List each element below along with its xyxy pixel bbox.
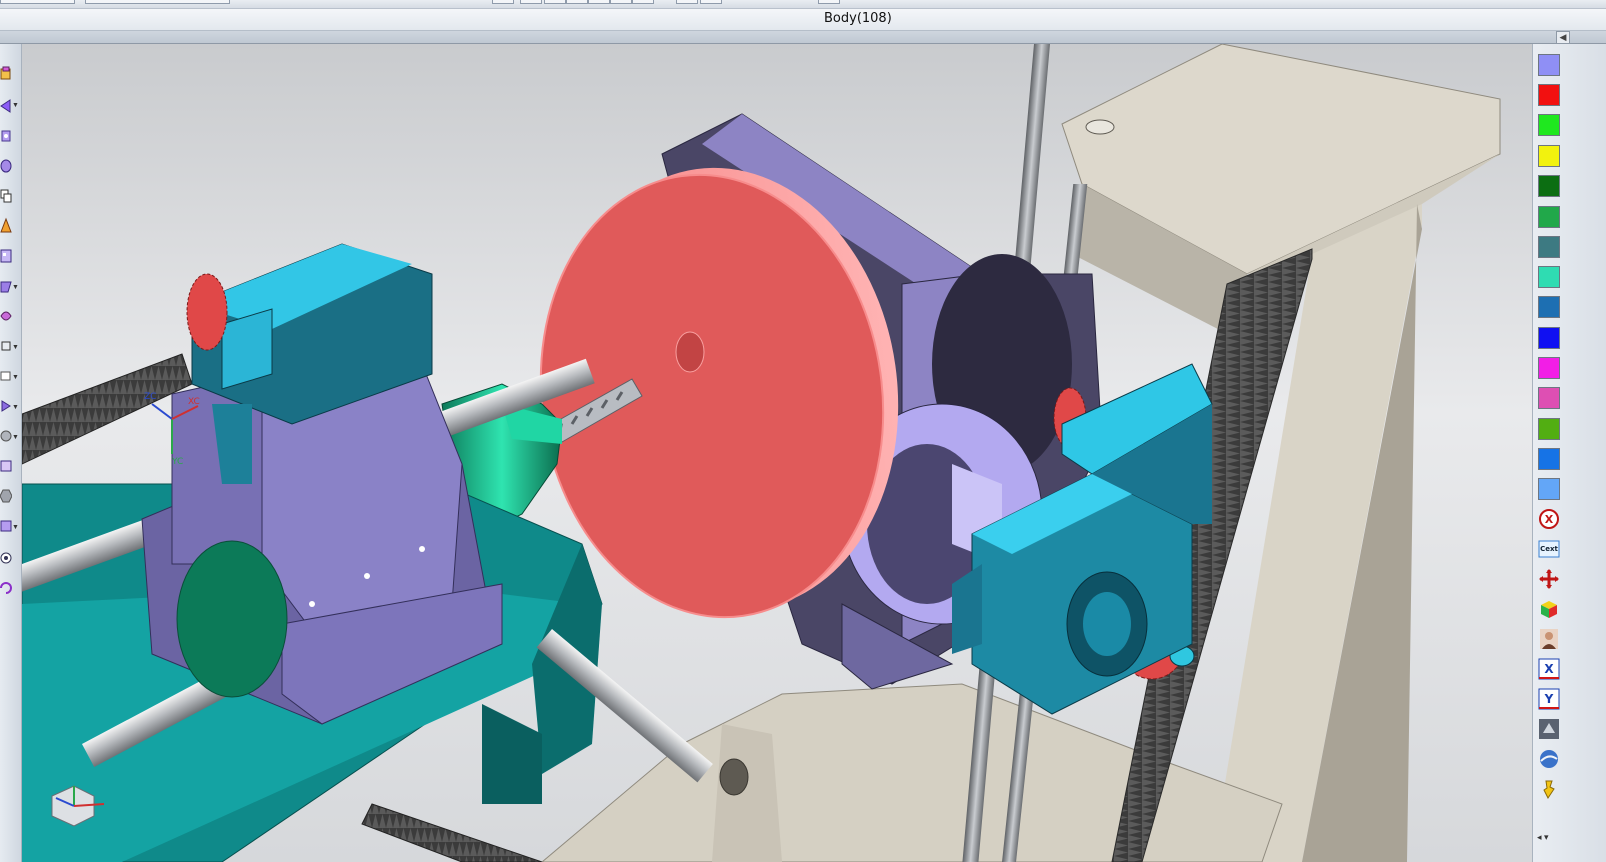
svg-text:Y: Y <box>1544 692 1554 706</box>
sphere-icon[interactable] <box>1537 747 1561 771</box>
toolbar-dropdown[interactable] <box>0 0 75 4</box>
y-axis-icon[interactable]: Y <box>1537 687 1561 711</box>
document-title: Body(108) <box>824 11 892 26</box>
close-circle-icon[interactable]: X <box>1537 507 1561 531</box>
bottom-gear-rack[interactable] <box>361 803 543 862</box>
toolbar-button[interactable] <box>492 0 514 4</box>
chevron-down-icon[interactable]: ▼ <box>12 374 20 382</box>
feature-tool-icon[interactable] <box>0 64 12 84</box>
color-palette-panel: X Cext X Y ◂ ▾ <box>1532 44 1606 862</box>
yellow-tool-icon[interactable] <box>1537 777 1561 801</box>
xc-axis-label: XC <box>188 397 200 407</box>
cad-application-window: Body(108) ◀ ▼ ▼ ▼ ▼ ▼ ▼ ▼ ZC XC YC X Cex… <box>0 0 1606 862</box>
red-pinion-gear[interactable] <box>186 273 228 351</box>
left-vertical-toolbar: ▼ ▼ ▼ ▼ ▼ ▼ ▼ <box>0 44 22 862</box>
color-swatch-green[interactable] <box>1538 114 1560 136</box>
color-swatch-medium-green[interactable] <box>1538 206 1560 228</box>
svg-text:X: X <box>1544 662 1554 676</box>
copy-tool-icon[interactable] <box>0 186 12 206</box>
settings-tool-icon[interactable] <box>0 548 12 568</box>
toolbar-combobox[interactable] <box>85 0 230 4</box>
view-3d-icon[interactable] <box>1537 717 1561 741</box>
chevron-down-icon[interactable]: ▼ <box>12 284 20 292</box>
draft-tool-icon[interactable] <box>0 216 12 236</box>
chevron-down-icon[interactable]: ▼ <box>12 404 20 412</box>
extrude-tool-icon[interactable] <box>0 126 12 146</box>
cext-icon[interactable]: Cext <box>1537 537 1561 561</box>
blend-tool-icon[interactable] <box>0 306 12 326</box>
palette-scroll-arrows[interactable]: ◂ ▾ <box>1537 832 1549 843</box>
color-swatch-red[interactable] <box>1538 84 1560 106</box>
color-swatch-aquamarine[interactable] <box>1538 266 1560 288</box>
color-swatch-blue[interactable] <box>1538 327 1560 349</box>
chevron-down-icon[interactable]: ▼ <box>12 524 20 532</box>
color-swatch-magenta[interactable] <box>1538 357 1560 379</box>
svg-text:X: X <box>1545 513 1554 526</box>
color-swatch-dark-green[interactable] <box>1538 175 1560 197</box>
top-toolbar-strip <box>0 0 1606 9</box>
graphics-window-header <box>0 31 1606 44</box>
shell-tool-icon[interactable] <box>0 276 12 296</box>
chevron-down-icon[interactable]: ▼ <box>12 102 20 110</box>
toolbar-button[interactable] <box>566 0 588 4</box>
sphere-tool-icon[interactable] <box>0 426 12 446</box>
zc-axis-label: ZC <box>144 392 156 402</box>
color-swatch-steel-blue[interactable] <box>1538 296 1560 318</box>
color-swatch-pink[interactable] <box>1538 387 1560 409</box>
yc-axis-label: YC <box>171 457 183 467</box>
toolbar-button[interactable] <box>632 0 654 4</box>
toolbar-button[interactable] <box>544 0 566 4</box>
revolve-tool-icon[interactable] <box>0 156 12 176</box>
color-swatch-lime-green[interactable] <box>1538 418 1560 440</box>
trim-tool-icon[interactable] <box>0 336 12 356</box>
color-swatch-azure[interactable] <box>1538 448 1560 470</box>
mirror-tool-icon[interactable] <box>0 396 12 416</box>
chevron-down-icon[interactable]: ▼ <box>12 434 20 442</box>
color-swatch-yellow[interactable] <box>1538 145 1560 167</box>
color-swatch-slate-teal[interactable] <box>1538 236 1560 258</box>
hexagon-tool-icon[interactable] <box>0 486 12 506</box>
toolbar-button[interactable] <box>610 0 632 4</box>
toolbar-button[interactable] <box>520 0 542 4</box>
toolbar-button[interactable] <box>588 0 610 4</box>
document-title-bar: Body(108) <box>0 9 1606 31</box>
color-cube-icon[interactable] <box>1537 597 1561 621</box>
left-gear-rack[interactable] <box>22 353 193 465</box>
move-tool-icon[interactable] <box>0 96 12 116</box>
graphics-viewport[interactable]: ZC XC YC <box>22 44 1532 862</box>
toolbar-button[interactable] <box>676 0 698 4</box>
x-axis-icon[interactable]: X <box>1537 657 1561 681</box>
svg-text:Cext: Cext <box>1540 545 1558 553</box>
chamfer-tool-icon[interactable] <box>0 456 12 476</box>
toolbar-button[interactable] <box>700 0 722 4</box>
chevron-down-icon[interactable]: ▼ <box>12 344 20 352</box>
pattern-tool-icon[interactable] <box>0 246 12 266</box>
move-arrows-icon[interactable] <box>1537 567 1561 591</box>
hole-tool-icon[interactable] <box>0 516 12 536</box>
portrait-icon[interactable] <box>1537 627 1561 651</box>
color-swatch-lavender[interactable] <box>1538 54 1560 76</box>
offset-tool-icon[interactable] <box>0 366 12 386</box>
cad-model-scene: ZC XC YC <box>22 44 1501 862</box>
color-swatch-light-blue[interactable] <box>1538 478 1560 500</box>
rotate-tool-icon[interactable] <box>0 578 12 598</box>
toolbar-button[interactable] <box>818 0 840 4</box>
collapse-panel-button[interactable]: ◀ <box>1556 31 1570 44</box>
